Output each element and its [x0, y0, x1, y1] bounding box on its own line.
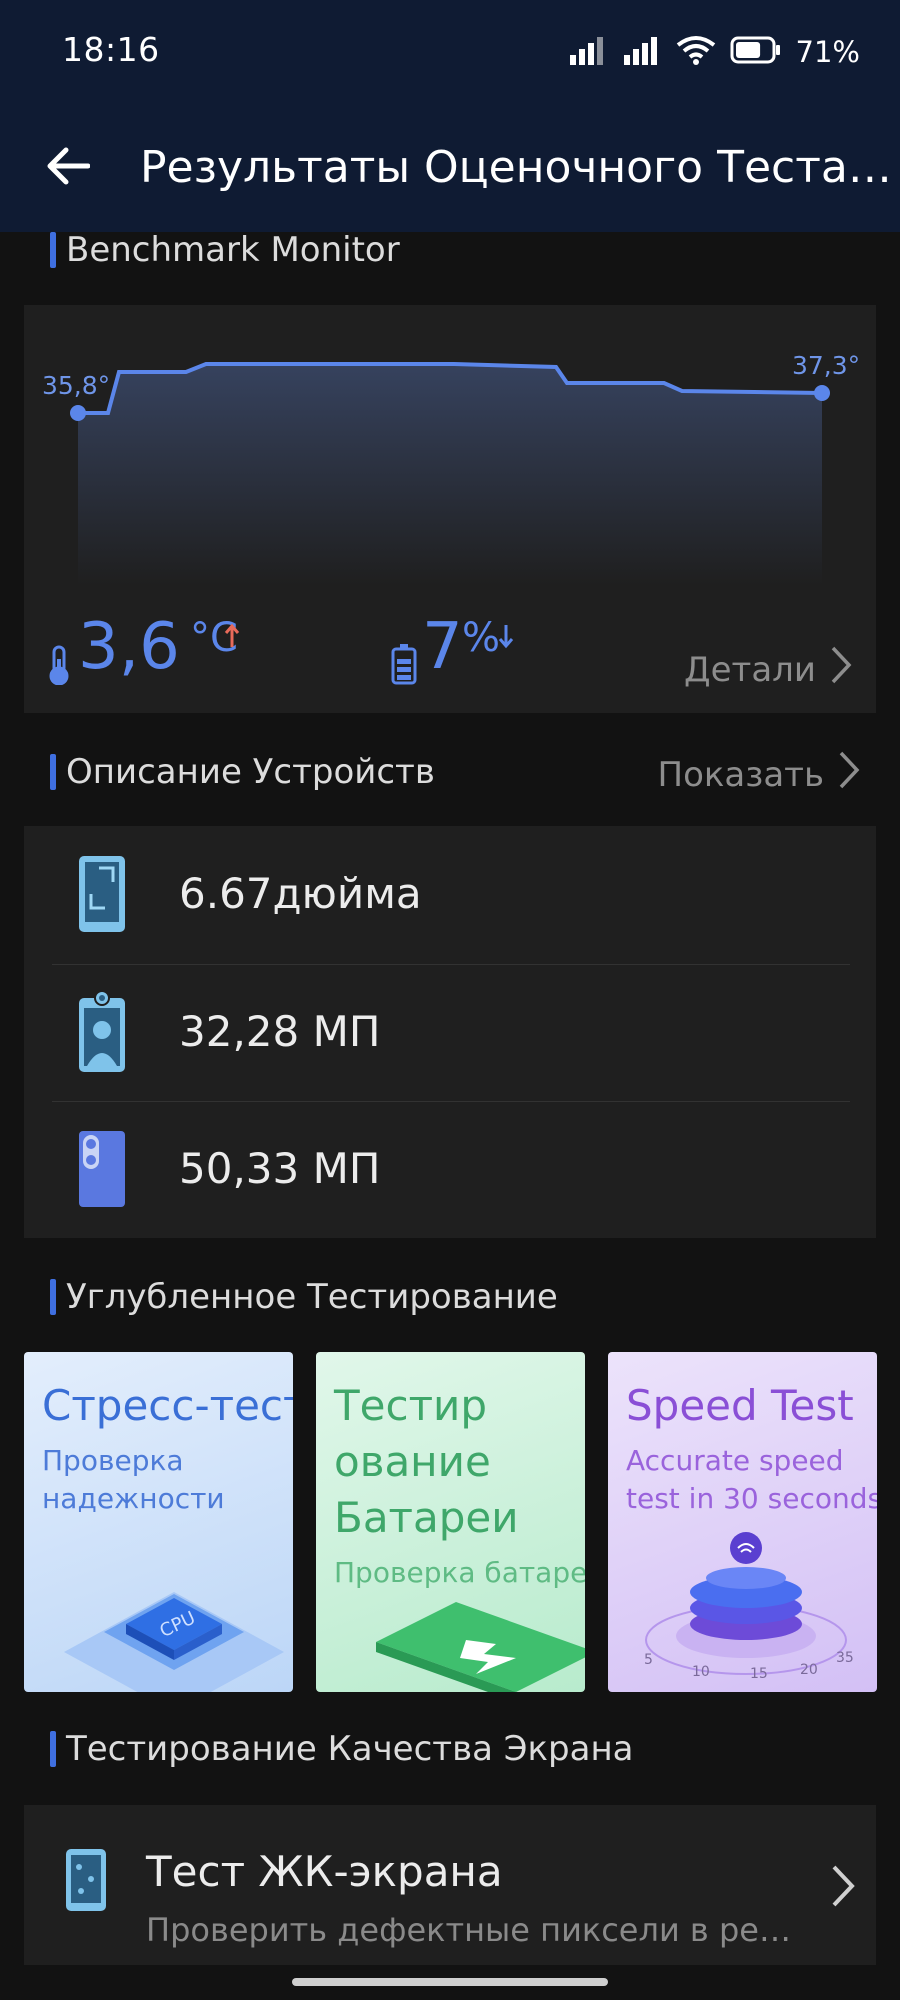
section-accent — [50, 1731, 56, 1767]
rear-camera-value: 50,33 МП — [179, 1144, 381, 1193]
tile-title: Батареи — [334, 1493, 519, 1542]
battery-icon — [730, 35, 782, 69]
benchmark-monitor-card: 35,8° 37,3° 3,6 °C 7 % Детали — [24, 305, 876, 713]
section-title: Описание Устройств — [66, 752, 435, 792]
battery-delta-unit: % — [462, 615, 501, 661]
front-camera-value: 32,28 МП — [179, 1007, 381, 1056]
details-link[interactable]: Детали — [684, 645, 852, 694]
arrow-down-icon — [498, 623, 514, 653]
tile-title: Speed Test — [626, 1381, 854, 1430]
arrow-left-icon — [46, 146, 91, 190]
tile-subtitle: Проверка батареи — [334, 1556, 585, 1589]
cpu-chip-icon: CPU — [64, 1592, 284, 1692]
speed-test-tile[interactable]: Speed Test Accurate speed test in 30 sec… — [608, 1352, 877, 1692]
lcd-screen-icon — [64, 1847, 108, 1917]
list-item: 50,33 МП — [24, 1101, 876, 1236]
lcd-test-title: Тест ЖК-экрана — [146, 1847, 503, 1896]
front-camera-icon — [74, 989, 130, 1072]
battery-percent: 71% — [795, 35, 860, 69]
tile-subtitle: надежности — [42, 1482, 225, 1515]
chevron-right-icon — [830, 645, 852, 694]
rear-camera-icon — [74, 1129, 130, 1209]
section-heading-deep-testing: Углубленное Тестирование — [50, 1275, 558, 1319]
screen-size-value: 6.67дюйма — [179, 869, 422, 918]
dial-tick-label: 15 — [750, 1666, 768, 1682]
section-title: Тестирование Качества Экрана — [66, 1729, 634, 1769]
wifi-icon — [676, 35, 716, 69]
status-time: 18:16 — [62, 30, 160, 69]
signal-icon — [568, 35, 608, 69]
section-title: Углубленное Тестирование — [66, 1277, 558, 1317]
stress-test-tile[interactable]: Стресс-тест Проверка надежности CPU — [24, 1352, 293, 1692]
page-title: Результаты Оценочного Теста… — [140, 142, 892, 193]
arrow-up-icon — [224, 623, 240, 653]
chevron-right-icon — [838, 750, 860, 799]
battery-delta-value: 7 — [422, 610, 463, 684]
section-heading-benchmark: Benchmark Monitor — [50, 228, 400, 272]
battery-level-icon — [391, 643, 417, 689]
chart-end-point — [814, 385, 830, 401]
list-item: 6.67дюйма — [24, 826, 876, 961]
back-button[interactable] — [40, 140, 96, 196]
tile-subtitle: Проверка — [42, 1444, 184, 1477]
start-temp-label: 35,8° — [42, 371, 111, 400]
chevron-right-icon — [830, 1863, 856, 1913]
battery-test-tile[interactable]: Тестир ование Батареи Проверка батареи — [316, 1352, 585, 1692]
list-item: 32,28 МП — [24, 964, 876, 1099]
section-accent — [50, 232, 56, 268]
thermometer-icon — [46, 645, 72, 689]
dial-tick-label: 5 — [644, 1652, 653, 1668]
battery-charge-icon — [376, 1602, 585, 1692]
device-spec-list: 6.67дюйма 32,28 МП 50,33 МП — [24, 826, 876, 1238]
end-temp-label: 37,3° — [792, 351, 861, 380]
show-link[interactable]: Показать — [658, 750, 861, 799]
lcd-test-item[interactable]: Тест ЖК-экрана Проверить дефектные пиксе… — [24, 1805, 876, 1965]
section-heading-screen-quality: Тестирование Качества Экрана — [50, 1727, 634, 1771]
lcd-test-subtitle: Проверить дефектные пиксели в ре… — [146, 1911, 791, 1949]
section-accent — [50, 754, 56, 790]
home-indicator[interactable] — [292, 1978, 608, 1986]
dial-tick-label: 35 — [836, 1650, 854, 1666]
status-icons: 71% — [568, 30, 860, 74]
speed-dial-ticks: 5 10 15 20 35 — [644, 1650, 854, 1682]
section-accent — [50, 1279, 56, 1315]
chart-area — [78, 364, 822, 585]
tile-title: Стресс-тест — [42, 1381, 293, 1430]
chart-start-point — [70, 405, 86, 421]
signal-icon — [622, 35, 662, 69]
details-label: Детали — [684, 649, 816, 690]
dial-tick-label: 10 — [692, 1664, 710, 1680]
section-heading-device: Описание Устройств — [50, 750, 435, 794]
tile-title: ование — [334, 1437, 491, 1486]
temp-delta-value: 3,6 — [78, 610, 180, 684]
tile-subtitle: Accurate speed — [626, 1444, 844, 1477]
dial-tick-label: 20 — [800, 1662, 818, 1678]
section-title: Benchmark Monitor — [66, 230, 400, 270]
tile-title: Тестир — [334, 1381, 488, 1430]
screen-size-icon — [74, 854, 130, 934]
show-label: Показать — [657, 754, 825, 795]
